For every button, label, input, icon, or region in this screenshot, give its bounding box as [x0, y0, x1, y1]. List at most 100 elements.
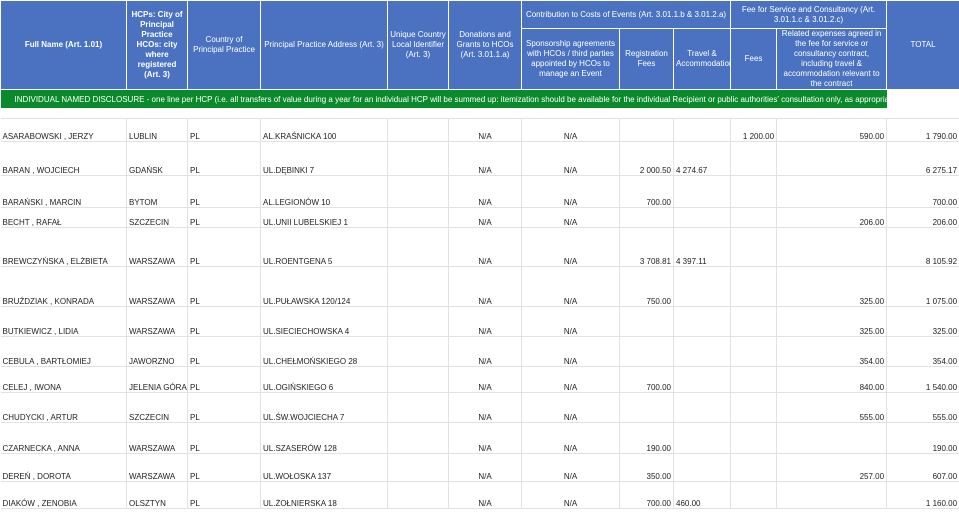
row-city: WARSZAWA: [126, 306, 188, 337]
row-identifier: [387, 306, 449, 337]
row-registration: 350.00: [619, 453, 674, 482]
row-related: 555.00: [776, 392, 888, 423]
row-travel: [673, 422, 732, 454]
row-country: PL: [187, 366, 261, 393]
row-sponsorship: N/A: [521, 453, 620, 482]
row-address: UL.PUŁAWSKA 120/124: [260, 266, 388, 307]
row-fees: 1 200.00: [730, 118, 778, 142]
row-travel: [673, 118, 732, 142]
row-related: [776, 481, 888, 509]
row-address: UL.DĘBINKI 7: [260, 141, 388, 176]
row-registration: [619, 306, 674, 337]
row-identifier: [387, 336, 449, 367]
row-name: CEBULA , BARTŁOMIEJ: [0, 336, 127, 367]
table-row: BRUŹDZIAK , KONRADA WARSZAWA PL UL.PUŁAWSKA…: [0, 266, 959, 307]
row-total: 1 540.00: [886, 366, 959, 393]
row-donations: N/A: [448, 118, 522, 142]
row-name: BRUŹDZIAK , KONRADA: [0, 266, 127, 307]
row-donations: N/A: [448, 266, 522, 307]
disclosure-banner: INDIVIDUAL NAMED DISCLOSURE - one line p…: [0, 89, 887, 108]
row-country: PL: [187, 453, 261, 482]
row-country: PL: [187, 227, 261, 267]
row-identifier: [387, 266, 449, 307]
row-registration: 700.00: [619, 366, 674, 393]
row-sponsorship: N/A: [521, 227, 620, 267]
row-travel: [673, 453, 732, 482]
row-related: 325.00: [776, 306, 888, 337]
header-total: TOTAL: [886, 0, 959, 90]
row-travel: [673, 175, 732, 208]
row-country: PL: [187, 306, 261, 337]
row-donations: N/A: [448, 207, 522, 228]
row-registration: 3 708.81: [619, 227, 674, 267]
row-sponsorship: N/A: [521, 392, 620, 423]
row-registration: 700.00: [619, 481, 674, 509]
table-row: BARAŃSKI , MARCIN BYTOM PL AL.LEGIONÓW 10 N/…: [0, 175, 959, 208]
row-identifier: [387, 118, 449, 142]
table-row: CEBULA , BARTŁOMIEJ JAWORZNO PL UL.CHEŁMOŃS…: [0, 336, 959, 367]
row-total: 1 075.00: [886, 266, 959, 307]
row-fees: [730, 336, 778, 367]
row-country: PL: [187, 422, 261, 454]
disclosure-table: Full Name (Art. 1.01) HCPs: City of Prin…: [0, 0, 959, 509]
header-related: Related expenses agreed in the fee for s…: [776, 28, 888, 90]
row-total: 325.00: [886, 306, 959, 337]
table-row: BREWCZYŃSKA , ELŻBIETA WARSZAWA PL UL.ROENT…: [0, 227, 959, 267]
header-city: HCPs: City of Principal Practice HCOs: c…: [126, 0, 188, 90]
row-total: 1 790.00: [886, 118, 959, 142]
row-travel: [673, 266, 732, 307]
table-row: CELEJ , IWONA JELENIA GÓRA PL UL.OGIŃSKIEGO…: [0, 366, 959, 393]
row-sponsorship: N/A: [521, 306, 620, 337]
header-fee-service: Fee for Service and Consultancy (Art. 3.…: [730, 0, 888, 29]
row-fees: [730, 481, 778, 509]
row-name: DIAKÓW , ZENOBIA: [0, 481, 127, 509]
row-city: GDAŃSK: [126, 141, 188, 176]
row-total: 190.00: [886, 422, 959, 454]
row-address: AL.LEGIONÓW 10: [260, 175, 388, 208]
row-donations: N/A: [448, 481, 522, 509]
row-total: 607.00: [886, 453, 959, 482]
row-total: 1 160.00: [886, 481, 959, 509]
row-sponsorship: N/A: [521, 336, 620, 367]
row-total: 206.00: [886, 207, 959, 228]
header-donations: Donations and Grants to HCOs (Art. 3.01.…: [448, 0, 522, 90]
row-travel: [673, 392, 732, 423]
row-total: 555.00: [886, 392, 959, 423]
row-registration: 700.00: [619, 175, 674, 208]
row-identifier: [387, 481, 449, 509]
header-identifier: Unique Country Local Identifier (Art. 3): [387, 0, 449, 90]
row-sponsorship: N/A: [521, 366, 620, 393]
row-sponsorship: N/A: [521, 422, 620, 454]
row-address: UL.CHEŁMOŃSKIEGO 28: [260, 336, 388, 367]
row-registration: 190.00: [619, 422, 674, 454]
header-sponsorship: Sponsorship agreements with HCOs / third…: [521, 28, 620, 90]
row-name: BECHT , RAFAŁ: [0, 207, 127, 228]
row-related: 354.00: [776, 336, 888, 367]
row-registration: 750.00: [619, 266, 674, 307]
row-fees: [730, 422, 778, 454]
row-related: 590.00: [776, 118, 888, 142]
row-total: 700.00: [886, 175, 959, 208]
row-address: UL.SZASERÓW 128: [260, 422, 388, 454]
header-travel: Travel & Accommodation: [672, 28, 732, 90]
row-travel: [673, 366, 732, 393]
row-related: 840.00: [776, 366, 888, 393]
row-donations: N/A: [448, 366, 522, 393]
row-address: UL.ŚW.WOJCIECHA 7: [260, 392, 388, 423]
row-country: PL: [187, 175, 261, 208]
row-country: PL: [187, 392, 261, 423]
row-country: PL: [187, 118, 261, 142]
row-country: PL: [187, 336, 261, 367]
row-donations: N/A: [448, 422, 522, 454]
row-name: DEREŃ , DOROTA: [0, 453, 127, 482]
header-fees: Fees: [730, 28, 778, 90]
row-name: CHUDYCKI , ARTUR: [0, 392, 127, 423]
table-row: DIAKÓW , ZENOBIA OLSZTYN PL UL.ŻOŁNIERSKA 1…: [0, 481, 959, 509]
header-country: Country of Principal Practice: [187, 0, 261, 90]
row-registration: [619, 336, 674, 367]
row-city: WARSZAWA: [126, 227, 188, 267]
row-fees: [730, 392, 778, 423]
row-address: UL.ROENTGENA 5: [260, 227, 388, 267]
row-sponsorship: N/A: [521, 141, 620, 176]
row-travel: [673, 336, 732, 367]
